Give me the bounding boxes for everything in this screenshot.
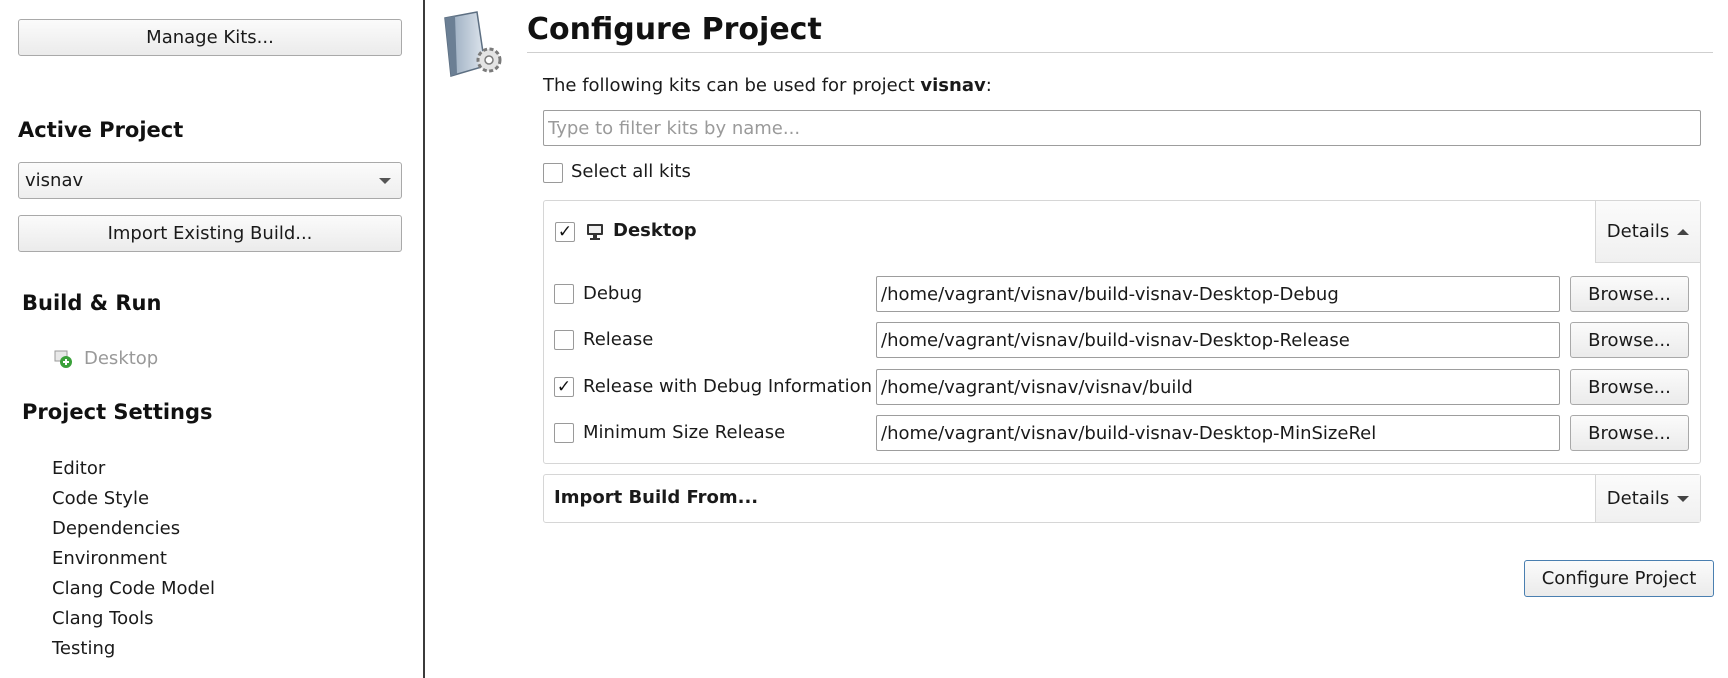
chevron-down-icon bbox=[379, 178, 391, 184]
build-debug-browse-button[interactable]: Browse... bbox=[1570, 276, 1689, 312]
build-release-path[interactable] bbox=[876, 322, 1560, 358]
build-release-label: Release bbox=[583, 329, 654, 350]
build-debug-path[interactable] bbox=[876, 276, 1560, 312]
import-existing-build-button[interactable]: Import Existing Build... bbox=[18, 215, 402, 252]
chevron-up-icon bbox=[1677, 228, 1690, 235]
settings-item-code-style[interactable]: Code Style bbox=[52, 488, 149, 509]
sidebar-divider bbox=[423, 0, 425, 678]
settings-item-clang-tools[interactable]: Clang Tools bbox=[52, 608, 154, 629]
active-project-select[interactable]: visnav bbox=[18, 162, 402, 199]
build-minsizerel-label: Minimum Size Release bbox=[583, 422, 786, 443]
intro-suffix: : bbox=[985, 75, 992, 96]
intro-project-name: visnav bbox=[920, 75, 986, 96]
select-all-checkbox[interactable] bbox=[543, 163, 563, 183]
build-minsizerel-browse-button[interactable]: Browse... bbox=[1570, 415, 1689, 451]
import-build-details-button[interactable]: Details bbox=[1595, 475, 1700, 522]
settings-item-environment[interactable]: Environment bbox=[52, 548, 167, 569]
build-release-checkbox[interactable] bbox=[554, 330, 574, 350]
page-title: Configure Project bbox=[527, 12, 822, 47]
details-label: Details bbox=[1606, 488, 1670, 509]
build-minsizerel-path[interactable] bbox=[876, 415, 1560, 451]
build-minsizerel-checkbox[interactable] bbox=[554, 423, 574, 443]
intro-prefix: The following kits can be used for proje… bbox=[543, 75, 921, 96]
build-relwithdebinfo-browse-button[interactable]: Browse... bbox=[1570, 369, 1689, 405]
settings-item-editor[interactable]: Editor bbox=[52, 458, 105, 479]
project-settings-heading: Project Settings bbox=[22, 400, 213, 424]
build-run-desktop-target[interactable]: Desktop bbox=[54, 348, 158, 369]
kit-add-icon bbox=[54, 349, 74, 369]
title-divider bbox=[527, 52, 1713, 53]
details-label: Details bbox=[1606, 221, 1670, 242]
kits-intro-text: The following kits can be used for proje… bbox=[543, 75, 992, 96]
kit-desktop-details-button[interactable]: Details bbox=[1595, 201, 1700, 263]
kit-desktop-name: Desktop bbox=[613, 220, 697, 241]
build-run-target-label: Desktop bbox=[84, 348, 159, 369]
build-relwithdebinfo-checkbox[interactable]: ✓ bbox=[554, 377, 574, 397]
build-run-heading: Build & Run bbox=[22, 291, 162, 315]
chevron-down-icon bbox=[1677, 495, 1690, 502]
settings-item-testing[interactable]: Testing bbox=[52, 638, 115, 659]
import-build-label: Import Build From... bbox=[554, 487, 759, 508]
monitor-icon bbox=[585, 222, 605, 242]
settings-item-clang-code-model[interactable]: Clang Code Model bbox=[52, 578, 215, 599]
active-project-heading: Active Project bbox=[18, 118, 184, 142]
configure-project-button[interactable]: Configure Project bbox=[1524, 560, 1714, 597]
build-debug-checkbox[interactable] bbox=[554, 284, 574, 304]
active-project-value: visnav bbox=[25, 170, 84, 191]
select-all-label: Select all kits bbox=[571, 161, 691, 182]
build-relwithdebinfo-path[interactable] bbox=[876, 369, 1560, 405]
manage-kits-button[interactable]: Manage Kits... bbox=[18, 19, 402, 56]
configure-project-icon bbox=[441, 10, 509, 80]
build-relwithdebinfo-label: Release with Debug Information bbox=[583, 376, 873, 397]
kit-filter-input[interactable] bbox=[543, 110, 1701, 146]
build-release-browse-button[interactable]: Browse... bbox=[1570, 322, 1689, 358]
kit-desktop-checkbox[interactable]: ✓ bbox=[555, 222, 575, 242]
build-debug-label: Debug bbox=[583, 283, 643, 304]
settings-item-dependencies[interactable]: Dependencies bbox=[52, 518, 180, 539]
